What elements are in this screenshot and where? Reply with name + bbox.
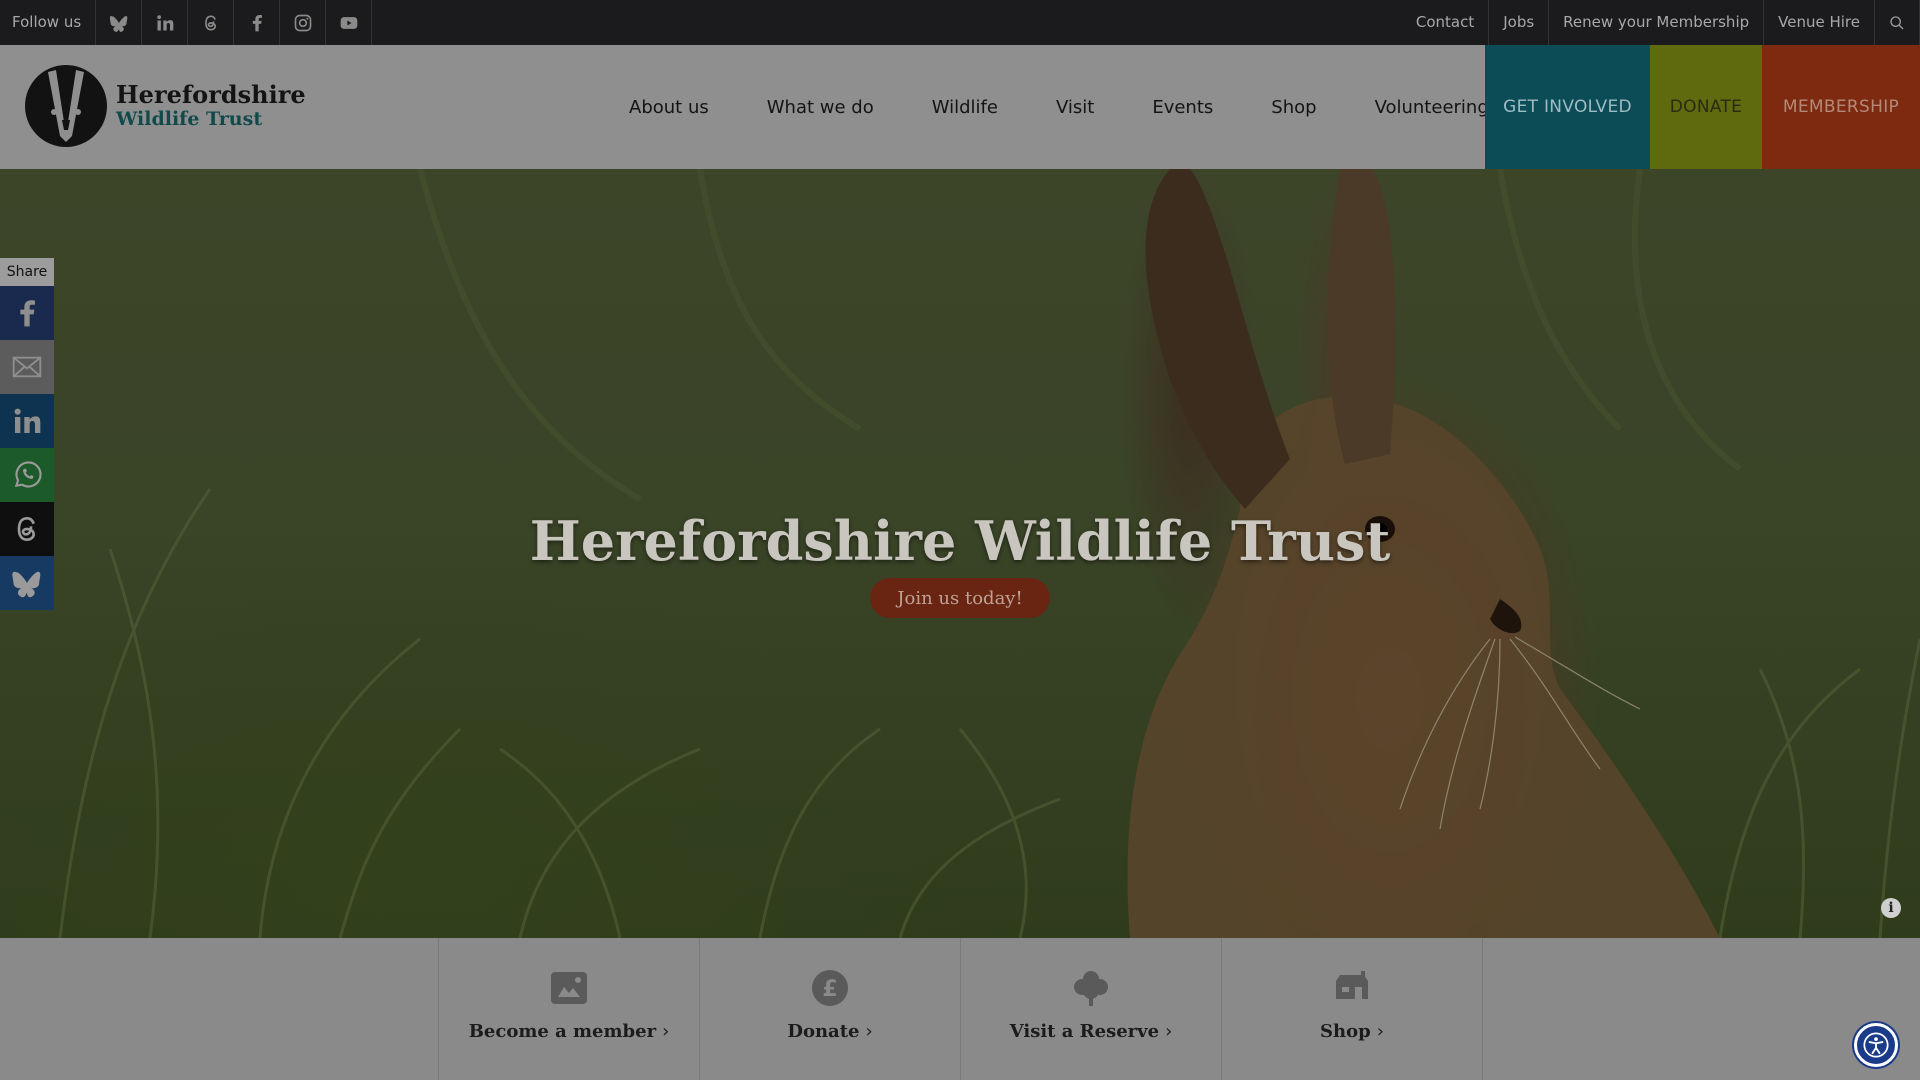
renew-membership-link[interactable]: Renew your Membership: [1549, 0, 1765, 45]
quick-link-visit-reserve[interactable]: Visit a Reserve ›: [960, 938, 1221, 1080]
nav-volunteering[interactable]: Volunteering: [1375, 97, 1489, 118]
join-us-button[interactable]: Join us today!: [870, 578, 1050, 618]
threads-icon[interactable]: [188, 0, 235, 45]
search-icon[interactable]: [1875, 0, 1920, 45]
share-facebook-icon[interactable]: [0, 286, 54, 340]
quick-link-label: Visit a Reserve ›: [1009, 1021, 1173, 1042]
nav-wildlife[interactable]: Wildlife: [932, 97, 998, 118]
jobs-link[interactable]: Jobs: [1489, 0, 1550, 45]
contact-link[interactable]: Contact: [1402, 0, 1490, 45]
instagram-icon[interactable]: [280, 0, 327, 45]
top-utility-bar: Follow us Contact Jobs Renew your Member…: [0, 0, 1920, 45]
quick-link-label: Shop ›: [1320, 1021, 1384, 1042]
quick-link-donate[interactable]: £ Donate ›: [699, 938, 960, 1080]
accessibility-icon[interactable]: [1854, 1023, 1898, 1067]
shop-icon: [1336, 971, 1368, 999]
share-linkedin-icon[interactable]: [0, 394, 54, 448]
nav-shop[interactable]: Shop: [1271, 97, 1316, 118]
social-links: [96, 0, 373, 45]
share-whatsapp-icon[interactable]: [0, 448, 54, 502]
badger-logo-icon: [25, 65, 107, 147]
quick-link-label: Become a member ›: [468, 1021, 670, 1042]
share-bluesky-icon[interactable]: [0, 556, 54, 610]
chevron-right-icon: ›: [865, 1021, 873, 1042]
nav-events[interactable]: Events: [1152, 97, 1213, 118]
main-navigation: About us What we do Wildlife Visit Event…: [600, 45, 1518, 169]
bluesky-icon[interactable]: [96, 0, 143, 45]
facebook-icon[interactable]: [234, 0, 281, 45]
venue-hire-link[interactable]: Venue Hire: [1764, 0, 1875, 45]
svg-text:£: £: [822, 977, 837, 1002]
image-info-icon[interactable]: i: [1881, 898, 1901, 918]
membership-button[interactable]: MEMBERSHIP: [1762, 45, 1920, 169]
quick-links-bar: Become a member › £ Donate › Visit a Reser…: [0, 938, 1920, 1080]
quick-link-shop[interactable]: Shop ›: [1221, 938, 1482, 1080]
quick-link-label: Donate ›: [787, 1021, 873, 1042]
share-sidebar: Share: [0, 258, 54, 610]
site-logo[interactable]: Herefordshire Wildlife Trust: [24, 64, 306, 148]
quick-links-divider: [1482, 938, 1483, 1080]
chevron-right-icon: ›: [1376, 1021, 1384, 1042]
follow-us-label: Follow us: [0, 0, 97, 45]
donate-button[interactable]: DONATE: [1650, 45, 1762, 169]
logo-line-2: Wildlife Trust: [116, 108, 263, 130]
hero-banner: Herefordshire Wildlife Trust Join us tod…: [0, 169, 1920, 938]
share-threads-icon[interactable]: [0, 502, 54, 556]
pound-coin-icon: £: [812, 970, 848, 1006]
chevron-right-icon: ›: [1165, 1021, 1173, 1042]
site-header: Herefordshire Wildlife Trust About us Wh…: [0, 45, 1920, 169]
nav-visit[interactable]: Visit: [1056, 97, 1094, 118]
hero-title: Herefordshire Wildlife Trust: [529, 509, 1391, 573]
share-label: Share: [0, 258, 54, 286]
share-email-icon[interactable]: [0, 340, 54, 394]
tree-icon: [1074, 971, 1108, 1006]
logo-text: Herefordshire Wildlife Trust: [116, 80, 306, 131]
youtube-icon[interactable]: [326, 0, 373, 45]
get-involved-button[interactable]: GET INVOLVED: [1485, 45, 1650, 169]
membership-card-icon: [551, 972, 587, 1004]
logo-line-1: Herefordshire: [116, 80, 306, 109]
chevron-right-icon: ›: [662, 1021, 670, 1042]
utility-links: Contact Jobs Renew your Membership Venue…: [1402, 0, 1920, 45]
nav-what-we-do[interactable]: What we do: [767, 97, 874, 118]
quick-link-become-member[interactable]: Become a member ›: [438, 938, 699, 1080]
nav-about-us[interactable]: About us: [629, 97, 709, 118]
linkedin-icon[interactable]: [142, 0, 189, 45]
